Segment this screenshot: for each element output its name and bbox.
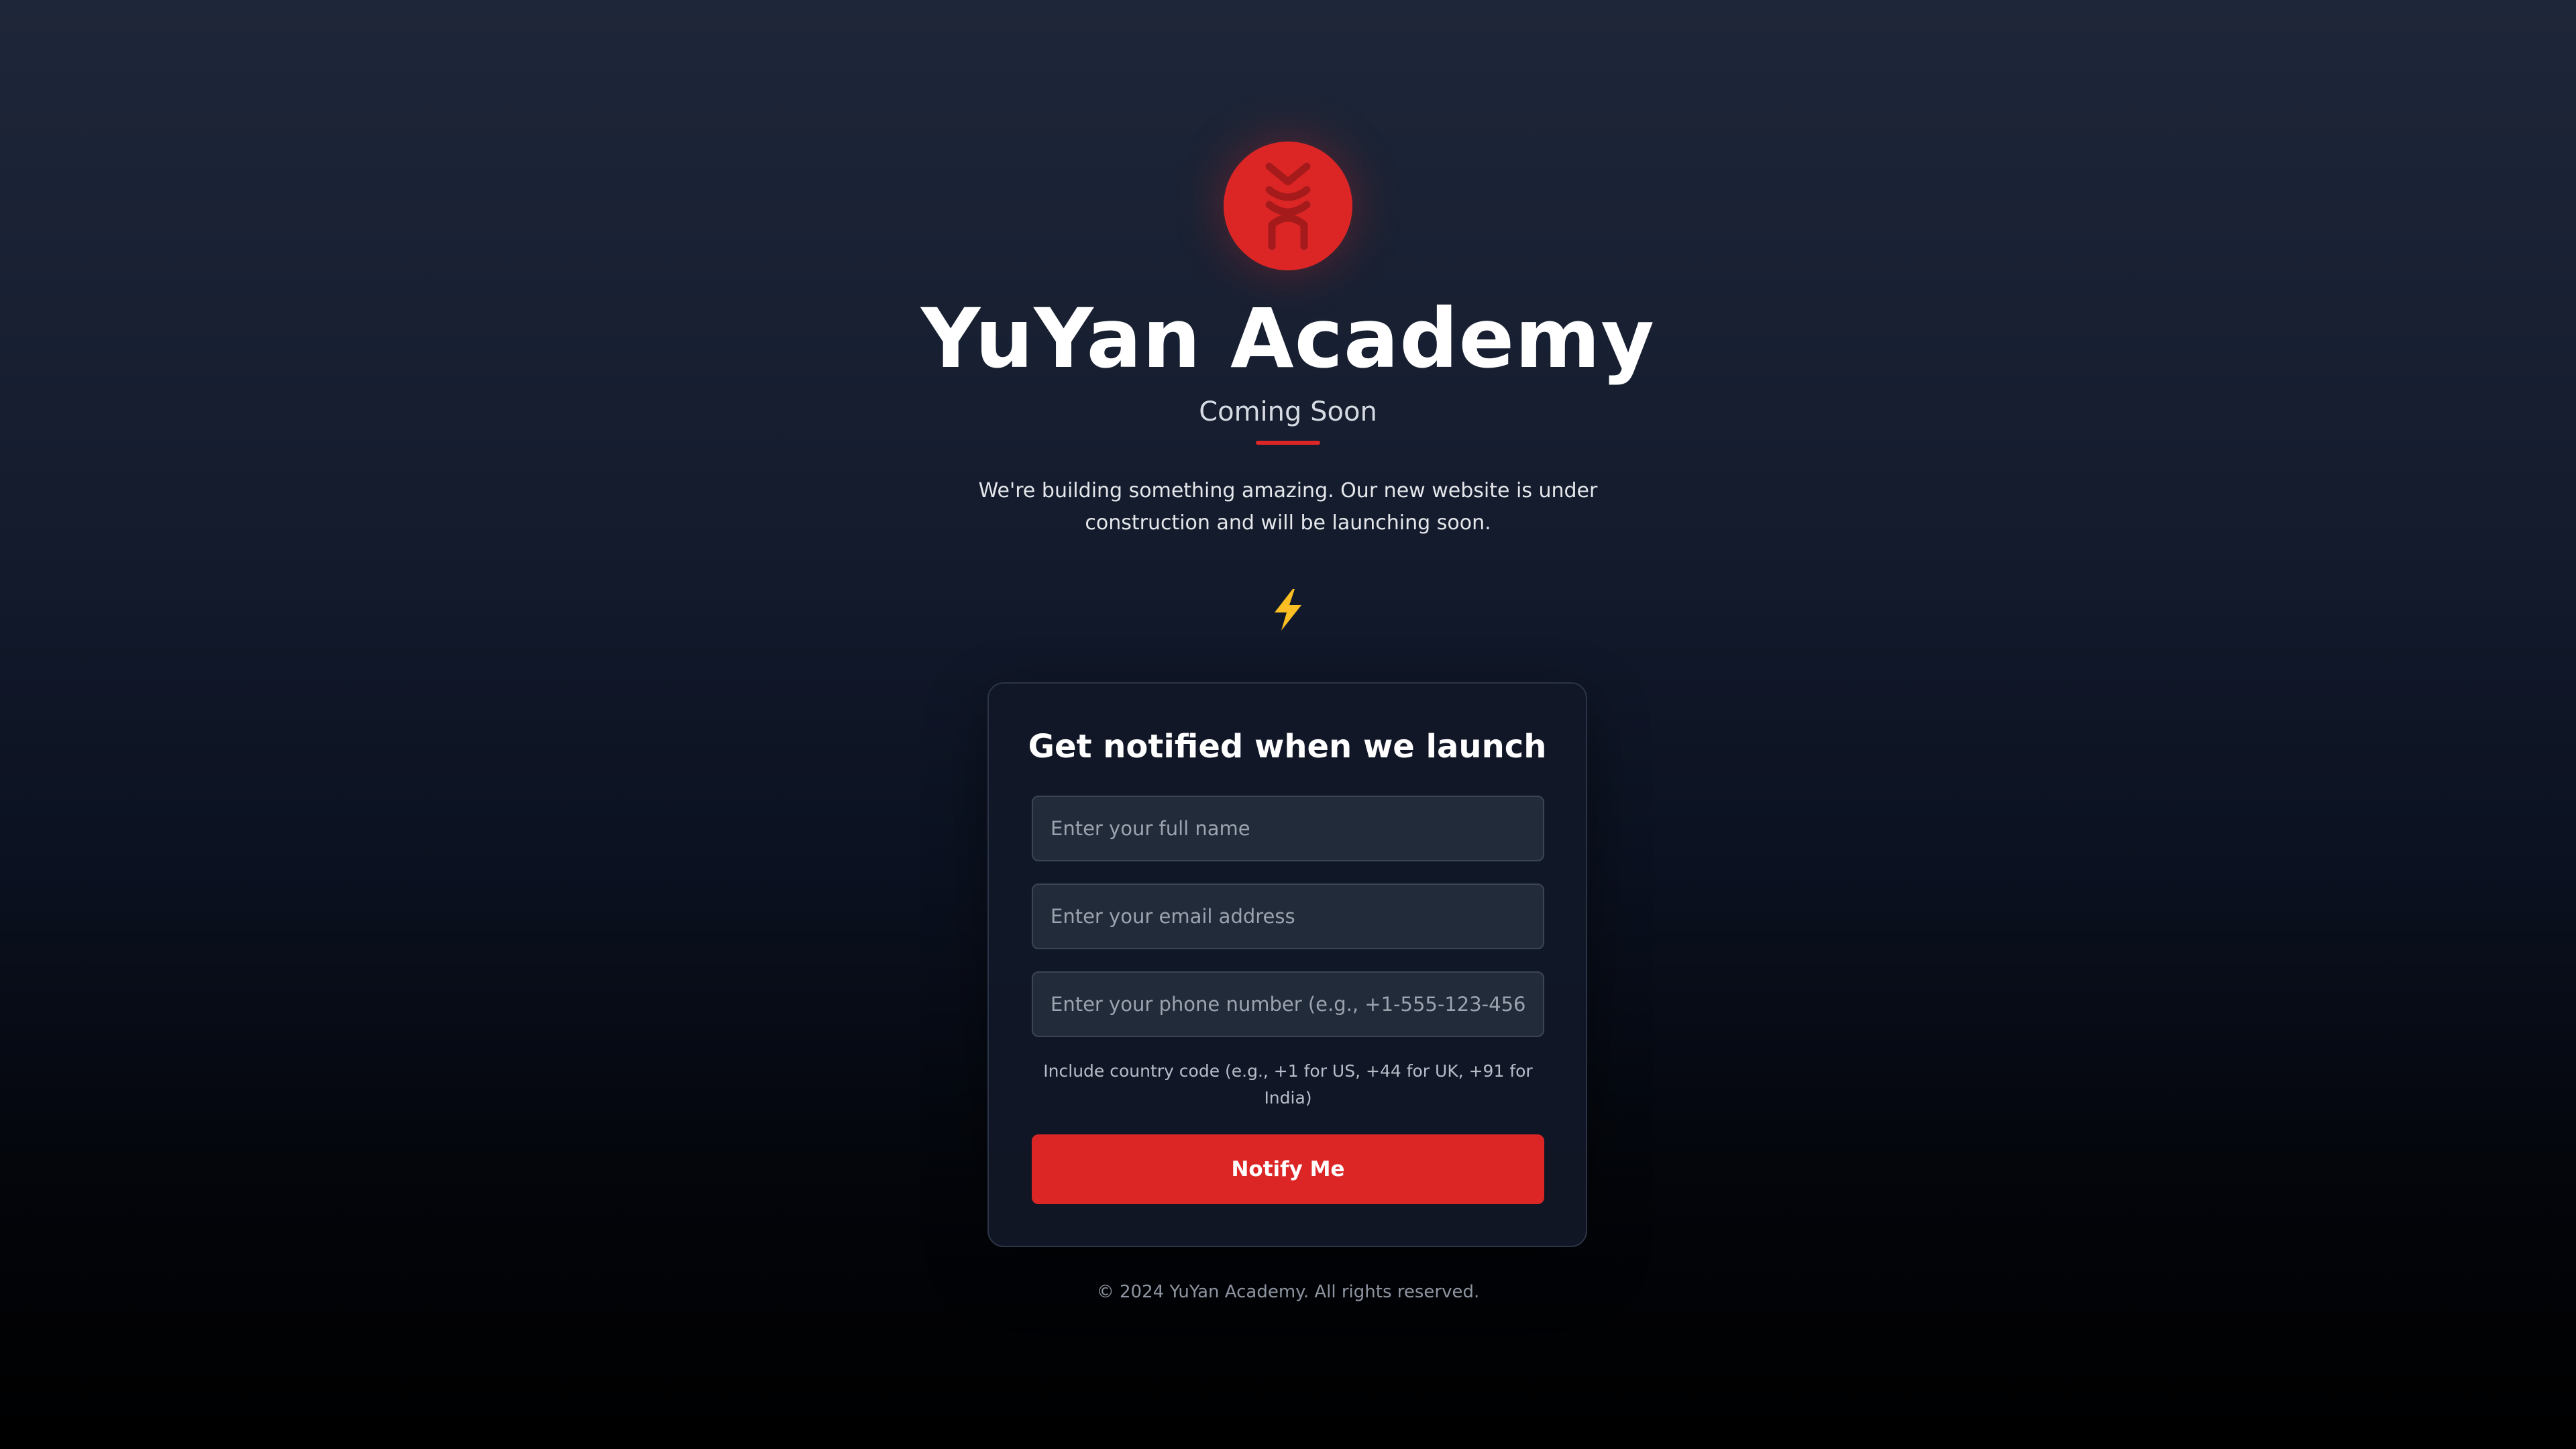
phone-input[interactable] — [1032, 971, 1544, 1037]
signup-card-title: Get notified when we launch — [1028, 728, 1547, 765]
page-title: YuYan Academy — [921, 291, 1655, 386]
academy-emblem-icon — [1224, 142, 1352, 270]
footer-copyright: © 2024 YuYan Academy. All rights reserve… — [1096, 1282, 1480, 1302]
notify-me-button[interactable]: Notify Me — [1032, 1134, 1544, 1204]
accent-divider — [1256, 441, 1320, 445]
launch-description: We're building something amazing. Our ne… — [978, 479, 1598, 535]
full-name-input[interactable] — [1032, 796, 1544, 861]
coming-soon-subtitle: Coming Soon — [1199, 396, 1377, 427]
coming-soon-page: YuYan Academy Coming Soon We're building… — [0, 0, 2576, 1449]
phone-hint: Include country code (e.g., +1 for US, +… — [1043, 1061, 1533, 1108]
logo-glyph — [1265, 162, 1311, 250]
lightning-bolt-icon — [1263, 585, 1313, 635]
email-input[interactable] — [1032, 883, 1544, 949]
signup-card: Get notified when we launch Include coun… — [987, 682, 1587, 1247]
